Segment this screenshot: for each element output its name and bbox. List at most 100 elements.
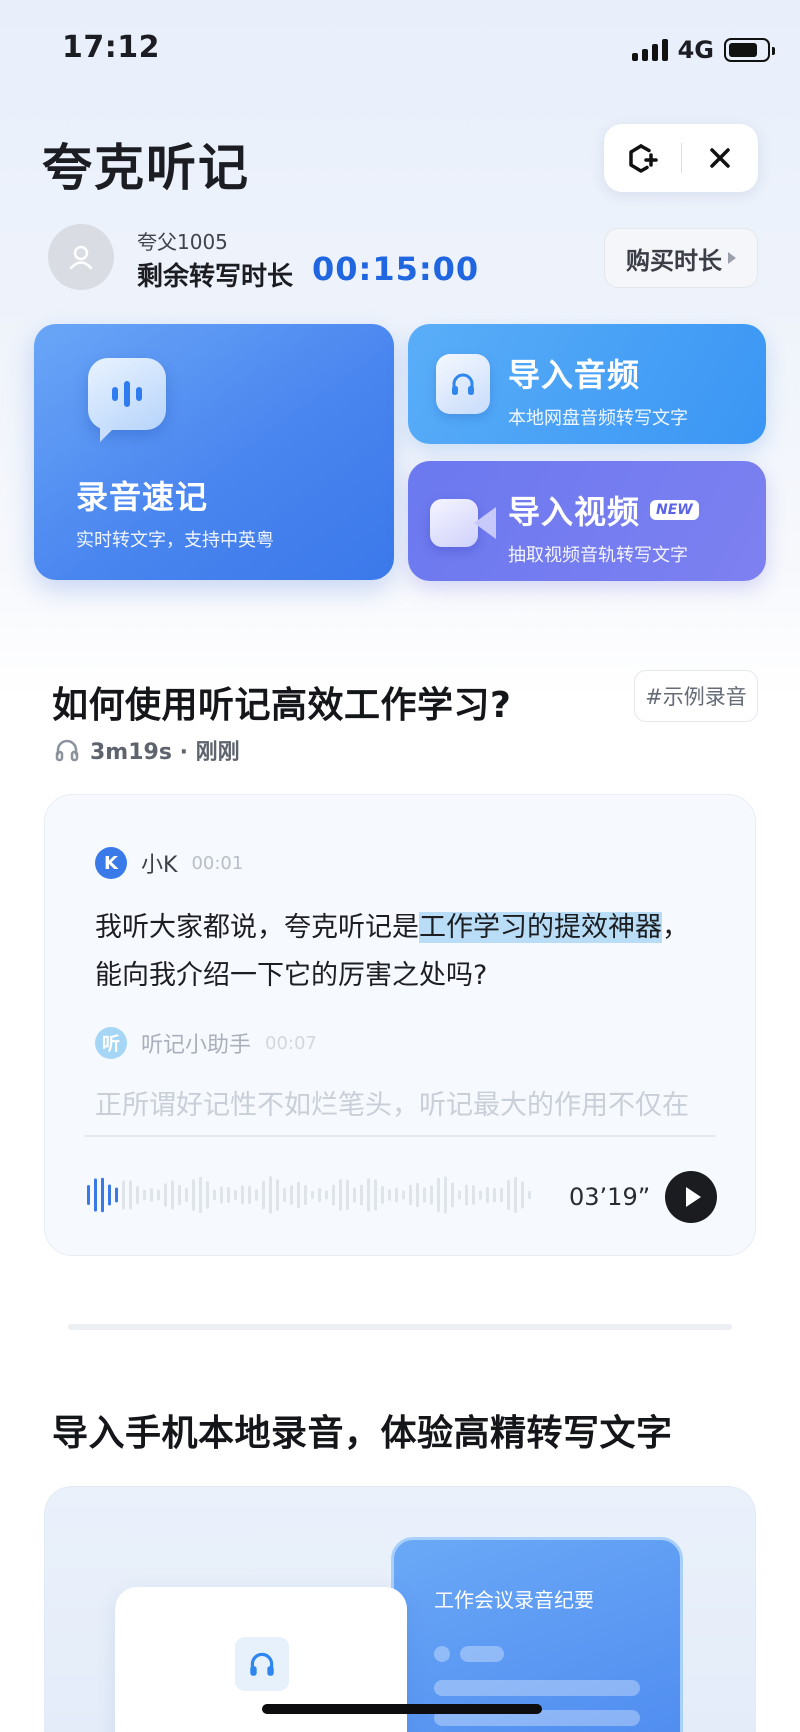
- add-widget-icon: [629, 144, 658, 173]
- speaker-name: 小K: [141, 853, 178, 878]
- waveform-bar: [220, 1186, 223, 1204]
- headphones-icon: [55, 739, 79, 762]
- status-time: 17:12: [62, 30, 160, 65]
- waveform-bar: [171, 1180, 174, 1210]
- speaker-name: 听记小助手: [141, 1033, 252, 1058]
- waveform-bar: [199, 1176, 202, 1214]
- waveform-bar: [423, 1187, 426, 1203]
- waveform-bar: [276, 1179, 279, 1211]
- close-icon: [710, 148, 730, 168]
- waveform-bar: [311, 1190, 314, 1200]
- play-icon: [685, 1187, 701, 1207]
- top-actions: [604, 124, 758, 192]
- example-tag: #示例录音: [634, 670, 758, 722]
- quota-value: 00:15:00: [312, 250, 480, 288]
- waveform-bar: [346, 1179, 349, 1211]
- waveform-bar: [283, 1188, 286, 1202]
- waveform-bar: [255, 1189, 258, 1201]
- waveform-bar: [437, 1177, 440, 1213]
- waveform-bar: [185, 1187, 188, 1203]
- waveform-bar: [486, 1186, 489, 1204]
- waveform-bar: [521, 1181, 524, 1209]
- summary-document-title: 工作会议录音纪要: [434, 1588, 594, 1612]
- import-illustration[interactable]: 工作会议录音纪要: [44, 1486, 756, 1732]
- waveform-bar: [500, 1187, 503, 1203]
- waveform-bar: [528, 1190, 531, 1200]
- import-section-title: 导入手机本地录音，体验高精转写文字: [52, 1413, 673, 1454]
- waveform-bar: [178, 1184, 181, 1206]
- close-button[interactable]: [682, 124, 759, 192]
- waveform-bar: [458, 1190, 461, 1200]
- speaker-avatar: 听: [95, 1027, 127, 1059]
- waveform-bar: [101, 1177, 104, 1213]
- buy-time-label: 购买时长: [626, 246, 722, 275]
- waveform-bar: [465, 1184, 468, 1206]
- home-indicator: [262, 1704, 542, 1714]
- waveform-bar: [150, 1188, 153, 1202]
- transcript-text: 我听大家都说，夸克听记是: [95, 912, 419, 943]
- waveform-bar: [234, 1190, 237, 1200]
- audio-file-icon: [436, 354, 490, 414]
- transcript-line: 我听大家都说，夸克听记是工作学习的提效神器，: [95, 905, 689, 944]
- record-card-title: 录音速记: [76, 478, 209, 516]
- summary-document: 工作会议录音纪要: [391, 1537, 683, 1732]
- waveform-bar: [129, 1180, 132, 1210]
- speaker-row: K 小K 00:01: [95, 847, 243, 879]
- waveform-bar: [164, 1183, 167, 1207]
- waveform-bar: [402, 1190, 405, 1200]
- transcript-card[interactable]: K 小K 00:01 我听大家都说，夸克听记是工作学习的提效神器， 能向我介绍一…: [44, 794, 756, 1256]
- section-separator: [68, 1324, 732, 1330]
- import-video-subtitle: 抽取视频音轨转写文字: [508, 545, 688, 566]
- speaker-timestamp: 00:01: [191, 852, 244, 874]
- waveform-bar: [248, 1186, 251, 1204]
- waveform-bar: [318, 1187, 321, 1203]
- waveform-bar: [241, 1185, 244, 1205]
- chevron-right-icon: [728, 252, 736, 264]
- waveform-bar: [444, 1176, 447, 1214]
- add-widget-button[interactable]: [604, 124, 681, 192]
- avatar[interactable]: [48, 224, 114, 290]
- quota-label: 剩余转写时长: [137, 262, 294, 292]
- video-camera-icon: [430, 499, 496, 547]
- waveform-bar: [451, 1182, 454, 1208]
- username: 夸父1005: [137, 230, 228, 254]
- waveform-bar: [353, 1187, 356, 1203]
- waveform-bar: [388, 1189, 391, 1201]
- waveform-bar: [472, 1185, 475, 1205]
- audio-duration: 03’19”: [569, 1183, 651, 1211]
- example-title[interactable]: 如何使用听记高效工作学习?: [52, 676, 511, 728]
- status-indicators: 4G: [631, 36, 775, 64]
- transcript-line: 能向我介绍一下它的厉害之处吗?: [95, 960, 488, 991]
- speaker-timestamp: 00:07: [265, 1032, 317, 1054]
- waveform-bar: [514, 1177, 517, 1213]
- waveform-bar: [136, 1186, 139, 1204]
- transcript-text: ，: [662, 912, 689, 943]
- app-title: 夸克听记: [42, 139, 250, 197]
- waveform-bar: [493, 1187, 496, 1203]
- waveform-bar: [143, 1189, 146, 1201]
- waveform-bar: [409, 1184, 412, 1206]
- divider: [85, 1135, 715, 1137]
- buy-time-button[interactable]: 购买时长: [604, 228, 758, 288]
- waveform-bar: [507, 1180, 510, 1210]
- waveform-bar: [122, 1180, 125, 1210]
- waveform-bar: [374, 1179, 377, 1211]
- import-audio-card[interactable]: 导入音频 本地网盘音频转写文字: [408, 324, 766, 444]
- waveform-bar: [115, 1187, 118, 1203]
- waveform-bar: [395, 1187, 398, 1203]
- play-button[interactable]: [665, 1171, 717, 1223]
- waveform-bar: [227, 1186, 230, 1204]
- record-card[interactable]: 录音速记 实时转文字，支持中英粤: [34, 324, 394, 580]
- waveform-bar: [87, 1185, 90, 1205]
- audio-waveform[interactable]: [85, 1173, 545, 1217]
- user-icon: [69, 245, 93, 270]
- waveform-bar: [367, 1178, 370, 1212]
- waveform-bar: [332, 1184, 335, 1206]
- waveform-bar: [206, 1181, 209, 1209]
- waveform-bar: [339, 1179, 342, 1211]
- headphones-icon: [235, 1637, 289, 1691]
- transcript-highlight: 工作学习的提效神器: [419, 912, 662, 943]
- import-video-card[interactable]: 导入视频 NEW 抽取视频音轨转写文字: [408, 461, 766, 581]
- transcript-line: 正所谓好记性不如烂笔头，听记最大的作用不仅在: [95, 1090, 689, 1121]
- signal-icon: [631, 39, 668, 61]
